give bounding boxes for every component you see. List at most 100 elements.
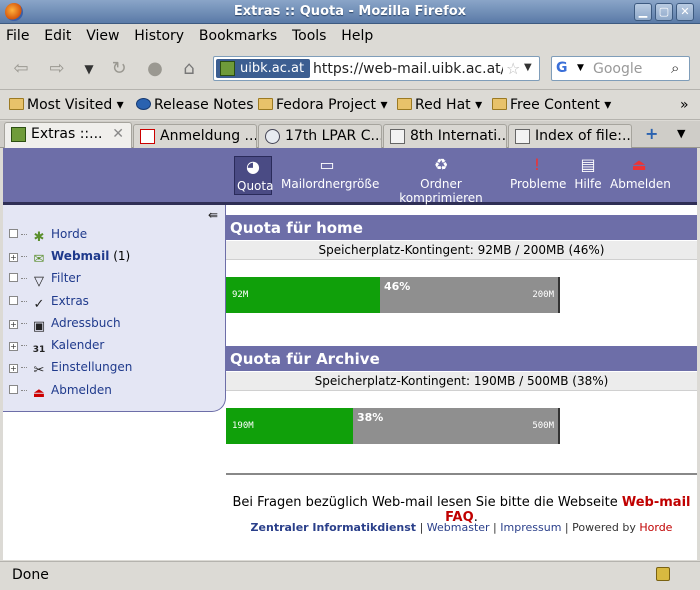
footer-divider — [226, 473, 697, 475]
toolbar-probleme[interactable]: ! Probleme — [510, 156, 566, 192]
url-dropdown-icon[interactable]: ▼ — [524, 62, 532, 73]
site-identity-button[interactable]: uibk.ac.at — [216, 59, 310, 78]
tab-close-icon[interactable]: ✕ — [112, 126, 124, 142]
tab-anmeldung[interactable]: Anmeldung ... — [133, 124, 257, 148]
tab-lpar[interactable]: 17th LPAR C... — [258, 124, 382, 148]
quota-archive-percent-label: 38% — [357, 411, 384, 424]
url-text[interactable]: https://web-mail.uibk.ac.at/in — [313, 61, 503, 77]
sidebar-item-adressbuch[interactable]: + ▣ Adressbuch — [9, 316, 121, 336]
sidebar: ⇚ ✱ Horde + ✉ Webmail (1) ▽ Filter ✓ Extras +… — [3, 205, 226, 412]
tab-extras[interactable]: Extras ::... ✕ — [4, 122, 132, 149]
horde-link[interactable]: Horde — [639, 521, 672, 534]
quota-home-used-fill — [226, 277, 380, 313]
menu-file[interactable]: File — [0, 24, 34, 44]
tab-international[interactable]: 8th Internati... — [383, 124, 507, 148]
status-text: Done — [12, 567, 49, 583]
bookmark-release-notes[interactable]: Release Notes — [136, 97, 254, 113]
filter-icon: ▽ — [34, 274, 44, 289]
menu-bar: File Edit View History Bookmarks Tools H… — [0, 24, 700, 48]
folder-icon: ▭ — [319, 155, 335, 174]
horde-toolbar: ◕ Quota ▭ Mailordnergröße ♻ Ordner kompr… — [3, 148, 697, 205]
close-icon[interactable]: ✕ — [676, 3, 694, 21]
addressbook-icon: ▣ — [32, 319, 46, 334]
toolbar-abmelden[interactable]: ⏏ Abmelden — [610, 155, 671, 192]
sidebar-item-extras[interactable]: ✓ Extras — [9, 294, 89, 314]
sidebar-item-filter[interactable]: ▽ Filter — [9, 271, 81, 291]
menu-history[interactable]: History — [128, 24, 189, 44]
site-favicon-icon — [220, 61, 235, 76]
menu-edit[interactable]: Edit — [38, 24, 76, 44]
toolbar-ordner-komprimieren[interactable]: ♻ Ordner komprimieren — [383, 155, 499, 206]
window-title: Extras :: Quota - Mozilla Firefox — [233, 4, 467, 19]
toolbar-hilfe[interactable]: ▤ Hilfe — [573, 156, 603, 192]
tab-favicon-icon — [390, 129, 405, 144]
expand-icon[interactable]: + — [9, 253, 18, 262]
quota-home-percent-label: 46% — [384, 280, 411, 293]
collapse-sidebar-icon[interactable]: ⇚ — [208, 208, 218, 222]
bookmark-star-icon[interactable]: ☆ — [506, 59, 520, 78]
zid-link[interactable]: Zentraler Informatikdienst — [251, 521, 417, 534]
url-bar[interactable]: uibk.ac.at https://web-mail.uibk.ac.at/i… — [213, 56, 540, 81]
status-bar: Done — [0, 561, 700, 590]
search-placeholder[interactable]: Google — [593, 61, 642, 77]
tab-favicon-icon — [265, 129, 280, 144]
bookmark-red-hat[interactable]: Red Hat ▾ — [397, 97, 482, 113]
webmaster-link[interactable]: Webmaster — [427, 521, 490, 534]
sidebar-item-kalender[interactable]: +31 Kalender — [9, 338, 104, 358]
quota-home-title: Quota für home — [226, 215, 697, 240]
horde-icon: ✱ — [33, 230, 45, 245]
footer-links: Zentraler Informatikdienst | Webmaster |… — [250, 521, 673, 534]
new-tab-icon[interactable]: + — [645, 124, 658, 143]
bookmarks-toolbar: Most Visited ▾ Release Notes Fedora Proj… — [0, 91, 700, 120]
search-icon[interactable]: ⌕ — [671, 59, 679, 77]
logout-icon: ⏏ — [631, 155, 647, 174]
maximize-icon[interactable]: ▢ — [655, 3, 673, 21]
fedora-icon — [136, 98, 151, 110]
bookmarks-overflow-icon[interactable]: » — [680, 97, 689, 113]
compress-icon: ♻ — [433, 155, 449, 174]
bookmark-most-visited[interactable]: Most Visited ▾ — [9, 97, 124, 113]
quota-archive-bar: 190M 38% 500M — [226, 408, 560, 444]
quota-home-bar: 92M 46% 200M — [226, 277, 560, 313]
stop-icon[interactable]: ● — [142, 56, 168, 82]
tab-index-of-file[interactable]: Index of file:... — [508, 124, 632, 148]
search-box[interactable]: G ▼ Google ⌕ — [551, 56, 690, 81]
toolbar-quota[interactable]: ◕ Quota — [234, 156, 273, 195]
quota-archive-summary: Speicherplatz-Kontingent: 190MB / 500MB … — [226, 372, 697, 391]
impressum-link[interactable]: Impressum — [500, 521, 561, 534]
reload-icon[interactable]: ↻ — [106, 56, 132, 82]
menu-tools[interactable]: Tools — [286, 24, 332, 44]
toolbar-mailordnergroesse[interactable]: ▭ Mailordnergröße — [281, 155, 379, 192]
menu-view[interactable]: View — [80, 24, 124, 44]
back-icon[interactable]: ⇦ — [8, 56, 34, 82]
tab-list-icon[interactable]: ▼ — [677, 127, 685, 140]
folder-icon — [492, 98, 507, 110]
expand-icon[interactable]: + — [9, 320, 18, 329]
extras-icon: ✓ — [33, 297, 45, 312]
tab-favicon-icon — [140, 129, 155, 144]
sidebar-item-einstellungen[interactable]: + ✂ Einstellungen — [9, 360, 132, 380]
search-engine-dropdown-icon[interactable]: ▼ — [577, 63, 584, 73]
sidebar-item-webmail[interactable]: + ✉ Webmail (1) — [9, 249, 130, 269]
quota-home-used-label: 92M — [232, 290, 249, 300]
tab-strip: Extras ::... ✕ Anmeldung ... 17th LPAR C… — [0, 121, 700, 149]
secure-lock-icon[interactable] — [656, 567, 670, 581]
quota-home-summary: Speicherplatz-Kontingent: 92MB / 200MB (… — [226, 241, 697, 260]
history-dropdown-icon[interactable]: ▼ — [76, 56, 102, 82]
site-identity-label: uibk.ac.at — [240, 61, 305, 76]
tab-favicon-icon — [515, 129, 530, 144]
minimize-icon[interactable]: ▁ — [634, 3, 652, 21]
forward-icon[interactable]: ⇨ — [44, 56, 70, 82]
search-engine-icon[interactable]: G — [556, 60, 568, 76]
quota-archive-used-label: 190M — [232, 421, 254, 431]
home-icon[interactable]: ⌂ — [176, 56, 202, 82]
menu-help[interactable]: Help — [335, 24, 378, 44]
menu-bookmarks[interactable]: Bookmarks — [193, 24, 282, 44]
sidebar-item-horde[interactable]: ✱ Horde — [9, 227, 87, 247]
expand-icon[interactable]: + — [9, 342, 18, 351]
folder-icon — [397, 98, 412, 110]
bookmark-fedora-project[interactable]: Fedora Project ▾ — [258, 97, 388, 113]
bookmark-free-content[interactable]: Free Content ▾ — [492, 97, 611, 113]
expand-icon[interactable]: + — [9, 364, 18, 373]
sidebar-item-abmelden[interactable]: ⏏ Abmelden — [9, 383, 112, 403]
